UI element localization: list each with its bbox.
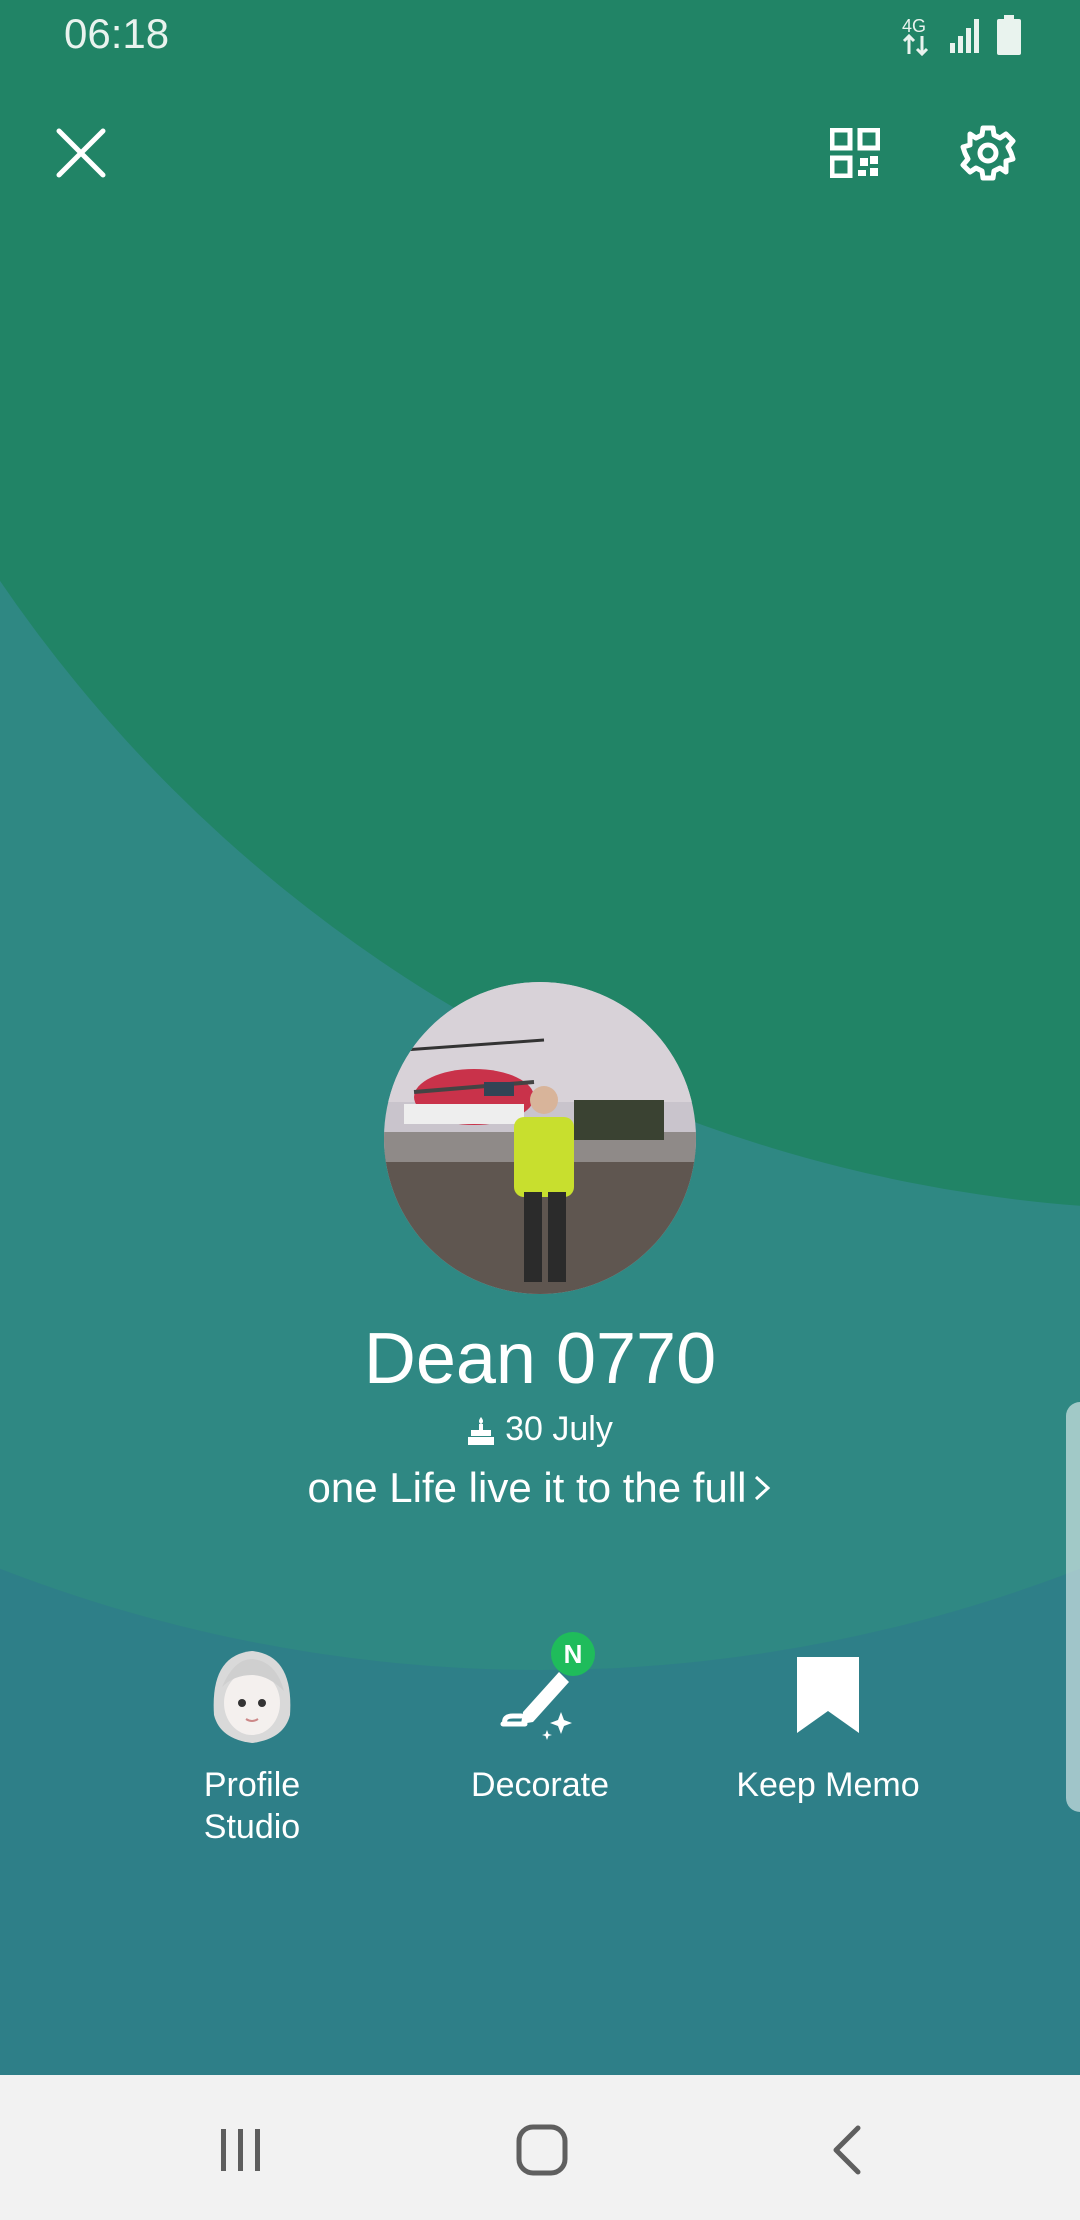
keep-memo-button[interactable]: Keep Memo <box>698 1640 958 1806</box>
avatar-face-icon <box>213 1651 291 1743</box>
svg-text:4G: 4G <box>902 16 926 36</box>
birthday-text: 30 July <box>505 1410 613 1448</box>
bookmark-icon <box>797 1657 859 1733</box>
status-message[interactable]: one Life live it to the full <box>0 1464 1080 1512</box>
navigation-bar <box>0 2075 1080 2220</box>
profile-studio-button[interactable]: Profile Studio <box>122 1640 382 1848</box>
battery-icon <box>996 15 1022 60</box>
home-button[interactable] <box>482 2105 602 2195</box>
close-button[interactable] <box>36 108 126 198</box>
recent-apps-button[interactable] <box>181 2105 301 2195</box>
profile-studio-label-line1: Profile <box>203 1766 301 1804</box>
status-icons: 4G <box>900 14 1022 61</box>
profile-studio-label-line2: Studio <box>203 1808 301 1846</box>
avatar-photo <box>384 982 696 1294</box>
edge-panel-handle[interactable] <box>1066 1402 1080 1812</box>
qr-code-button[interactable] <box>810 108 900 198</box>
4g-data-icon: 4G <box>900 14 934 61</box>
cake-icon <box>468 1416 495 1445</box>
status-bar: 06:18 4G <box>0 0 1080 72</box>
new-badge: N <box>551 1632 595 1676</box>
recent-apps-icon <box>221 2129 260 2171</box>
back-icon <box>833 2125 861 2175</box>
profile-studio-label: Profile Studio <box>204 1764 300 1848</box>
profile-screen: 06:18 4G Dean 0770 30 July one Life live… <box>0 0 1080 2220</box>
back-button[interactable] <box>786 2105 906 2195</box>
gear-icon <box>960 125 1016 181</box>
keep-memo-label: Keep Memo <box>736 1766 920 1804</box>
decorate-button[interactable]: N Decorate <box>410 1632 670 1806</box>
profile-name: Dean 0770 <box>363 1319 717 1399</box>
signal-icon <box>948 17 982 58</box>
chevron-right-icon <box>755 1475 771 1501</box>
decorate-label: Decorate <box>471 1766 609 1804</box>
birthday-row: 30 July <box>0 1410 1080 1449</box>
status-message-text: one Life live it to the full <box>307 1464 747 1511</box>
qr-code-icon <box>830 128 880 178</box>
home-icon <box>516 2124 568 2176</box>
status-time: 06:18 <box>64 10 170 57</box>
settings-button[interactable] <box>943 108 1033 198</box>
profile-avatar[interactable] <box>384 982 696 1294</box>
close-icon <box>56 128 106 178</box>
